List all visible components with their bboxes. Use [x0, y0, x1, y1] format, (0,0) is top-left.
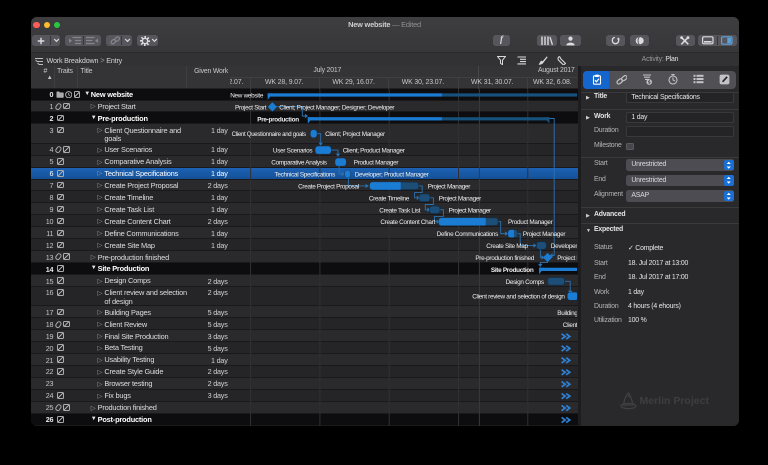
svg-text:Design Comps: Design Comps: [505, 278, 543, 285]
svg-text:Client; Product Manager: Client; Product Manager: [342, 147, 405, 154]
svg-text:Project Manager: Project Manager: [438, 195, 481, 202]
svg-text:Product Manager: Product Manager: [353, 159, 399, 166]
svg-text:Technical Specifications: Technical Specifications: [274, 171, 335, 178]
svg-text:Client; Project Manager; Desig: Client; Project Manager; Designer; Devel…: [279, 104, 395, 111]
svg-text:Project Start: Project Start: [235, 104, 267, 111]
svg-text:Pre-production: Pre-production: [257, 116, 299, 123]
svg-text:Client; Project Manager: Client; Project Manager: [325, 131, 386, 138]
svg-text:Client Questionnaire and goals: Client Questionnaire and goals: [231, 131, 305, 138]
svg-text:New website: New website: [230, 92, 264, 99]
svg-text:Create Timeline: Create Timeline: [368, 195, 409, 202]
svg-text:Site Production: Site Production: [490, 266, 533, 273]
svg-text:Building Pages: Building Pages: [557, 310, 578, 317]
svg-text:Project Manager: Project Manager: [427, 183, 470, 190]
svg-text:Developer; Product Manager: Developer; Product Manager: [354, 171, 429, 178]
svg-text:Client review and selection of: Client review and selection of design: [472, 293, 565, 300]
svg-text:Client Review: Client Review: [562, 322, 577, 329]
svg-text:Define Communications: Define Communications: [436, 231, 497, 238]
svg-text:Project Manager: Project Manager: [448, 207, 491, 214]
svg-text:Create Site Map: Create Site Map: [486, 243, 528, 250]
svg-text:Create Task List: Create Task List: [379, 207, 420, 214]
svg-text:Project Manager: Project Manager: [557, 255, 578, 262]
svg-text:Product Manager: Product Manager: [508, 219, 554, 226]
svg-text:Developer; Product Manager: Developer; Product Manager: [550, 243, 577, 250]
svg-text:Create Project Proposal: Create Project Proposal: [298, 183, 359, 190]
svg-text:User Scenarios: User Scenarios: [273, 147, 312, 154]
svg-text:Project Manager: Project Manager: [522, 231, 565, 238]
svg-text:Create Content Chart: Create Content Chart: [380, 219, 435, 226]
svg-text:Pre-production finished: Pre-production finished: [475, 255, 534, 262]
svg-text:Comparative Analysis: Comparative Analysis: [271, 159, 326, 166]
